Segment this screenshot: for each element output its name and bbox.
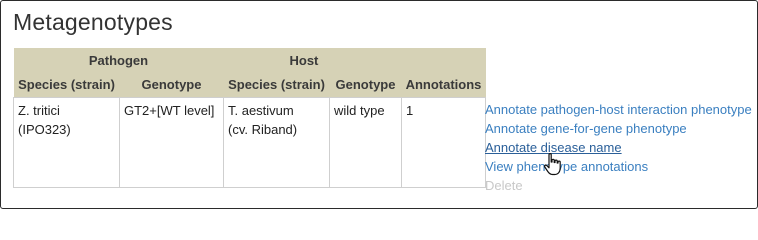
host-group-header: Host [223, 48, 486, 72]
host-species: T. aestivum [228, 103, 294, 118]
pathogen-genotype-header: Genotype [119, 72, 224, 98]
annotations-header: Annotations [401, 72, 486, 98]
table-row: Z. tritici (IPO323) GT2+[WT level] T. ae… [13, 97, 486, 188]
pathogen-species-header: Species (strain) [13, 72, 120, 98]
section-title: Metagenotypes [13, 9, 173, 35]
host-genotype-cell: wild type [329, 97, 402, 188]
column-header-row: Species (strain) Genotype Species (strai… [13, 72, 486, 98]
row-actions: Annotate pathogen-host interaction pheno… [485, 100, 752, 195]
metagenotypes-table: Pathogen Host Species (strain) Genotype … [13, 48, 486, 188]
host-species-header: Species (strain) [223, 72, 330, 98]
pathogen-strain: (IPO323) [18, 122, 71, 137]
delete-link: Delete [485, 178, 523, 193]
pathogen-group-header: Pathogen [13, 48, 224, 72]
group-header-row: Pathogen Host [13, 48, 486, 72]
host-strain: (cv. Riband) [228, 122, 298, 137]
annotate-phi-phenotype-link[interactable]: Annotate pathogen-host interaction pheno… [485, 100, 752, 119]
pathogen-genotype-cell: GT2+[WT level] [119, 97, 224, 188]
pathogen-species-cell: Z. tritici (IPO323) [13, 97, 120, 188]
hand-pointer-icon [544, 153, 561, 176]
annotations-count-cell: 1 [401, 97, 486, 188]
annotate-disease-name-link[interactable]: Annotate disease name [485, 138, 752, 157]
host-genotype-header: Genotype [329, 72, 402, 98]
annotate-gene-for-gene-link[interactable]: Annotate gene-for-gene phenotype [485, 119, 752, 138]
view-phenotype-annotations-link[interactable]: View phenotype annotations [485, 157, 752, 176]
host-species-cell: T. aestivum (cv. Riband) [223, 97, 330, 188]
metagenotypes-panel: Metagenotypes Pathogen Host Species (str… [0, 0, 758, 209]
pathogen-species: Z. tritici [18, 103, 60, 118]
